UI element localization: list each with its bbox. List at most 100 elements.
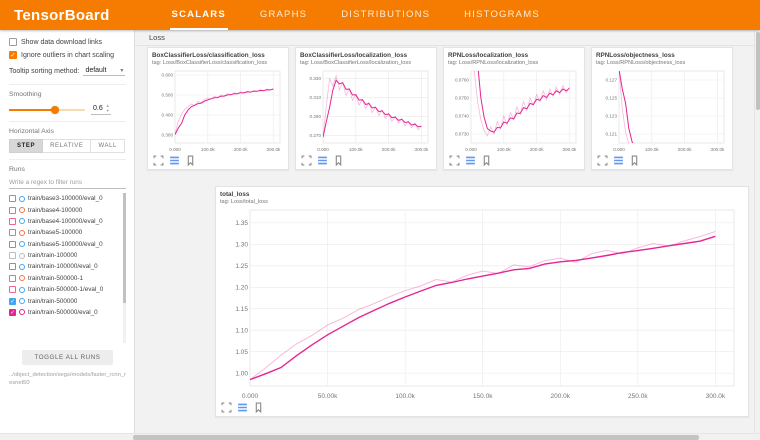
run-list-item[interactable]: train/base5-100000/eval_0 bbox=[9, 239, 120, 250]
vertical-scrollbar-thumb[interactable] bbox=[756, 32, 760, 110]
run-checkbox[interactable] bbox=[9, 275, 16, 282]
pin-icon[interactable] bbox=[185, 155, 196, 166]
run-checkbox[interactable] bbox=[9, 241, 16, 248]
svg-text:0.000: 0.000 bbox=[169, 147, 181, 152]
pin-icon[interactable] bbox=[333, 155, 344, 166]
svg-text:200.0k: 200.0k bbox=[382, 147, 396, 152]
line-chart[interactable]: 0.2700.2900.3100.3300.000100.0k200.0k300… bbox=[300, 68, 432, 152]
chart-tag: tag: Loss/BoxClassifierLoss/localization… bbox=[300, 60, 432, 66]
axis-wall-button[interactable]: WALL bbox=[91, 139, 125, 153]
pin-icon[interactable] bbox=[481, 155, 492, 166]
tab-histograms[interactable]: HISTOGRAMS bbox=[462, 0, 542, 30]
run-checkbox[interactable] bbox=[9, 252, 16, 259]
run-checkbox[interactable] bbox=[9, 195, 16, 202]
svg-text:1.10: 1.10 bbox=[235, 327, 248, 334]
svg-text:0.125: 0.125 bbox=[606, 96, 618, 101]
run-list-item[interactable]: train/base5-100000 bbox=[9, 227, 120, 238]
smoothing-steppers[interactable]: ▲ ▼ bbox=[106, 104, 110, 113]
expand-data-icon[interactable] bbox=[613, 155, 624, 166]
line-chart[interactable]: 0.3000.4000.5000.6000.000100.0k200.0k300… bbox=[152, 68, 284, 152]
fullscreen-icon[interactable] bbox=[221, 402, 232, 413]
pin-icon[interactable] bbox=[629, 155, 640, 166]
run-list-item[interactable]: ✓ train/train-500000/eval_0 bbox=[9, 307, 120, 318]
tooltip-sort-dropdown[interactable]: default ▾ bbox=[83, 66, 125, 76]
toggle-all-runs-button[interactable]: TOGGLE ALL RUNS bbox=[22, 350, 112, 365]
stepper-down-icon[interactable]: ▼ bbox=[106, 109, 110, 114]
smoothing-slider-knob[interactable] bbox=[51, 106, 59, 114]
run-color-swatch bbox=[19, 253, 25, 259]
run-checkbox[interactable] bbox=[9, 207, 16, 214]
svg-text:0.121: 0.121 bbox=[606, 132, 618, 137]
chart-toolbar bbox=[220, 399, 744, 416]
svg-text:1.00: 1.00 bbox=[235, 370, 248, 377]
chart-toolbar bbox=[300, 152, 432, 169]
smoothing-slider[interactable] bbox=[9, 109, 85, 111]
chevron-down-icon: ▾ bbox=[120, 67, 123, 74]
fullscreen-icon[interactable] bbox=[153, 155, 164, 166]
svg-text:0.123: 0.123 bbox=[606, 114, 618, 119]
pin-icon[interactable] bbox=[253, 402, 264, 413]
run-list-item[interactable]: ✓ train/train-500000 bbox=[9, 295, 120, 306]
expand-data-icon[interactable] bbox=[169, 155, 180, 166]
fullscreen-icon[interactable] bbox=[449, 155, 460, 166]
run-checkbox[interactable] bbox=[9, 286, 16, 293]
expand-data-icon[interactable] bbox=[317, 155, 328, 166]
runs-scrollbar[interactable] bbox=[123, 193, 126, 343]
run-list-item[interactable]: train/train-100000/eval_0 bbox=[9, 261, 120, 272]
run-list-item[interactable]: train/train-500000-1 bbox=[9, 273, 120, 284]
fullscreen-icon[interactable] bbox=[301, 155, 312, 166]
runs-scrollbar-thumb[interactable] bbox=[123, 193, 126, 303]
chart-card: RPNLoss/localization_loss tag: Loss/RPNL… bbox=[443, 47, 585, 170]
svg-text:0.300: 0.300 bbox=[162, 133, 174, 138]
vertical-scrollbar[interactable] bbox=[754, 30, 760, 433]
smoothing-label: Smoothing bbox=[9, 91, 126, 98]
show-download-links-checkbox[interactable] bbox=[9, 38, 17, 46]
main-content: Loss BoxClassifierLoss/classification_lo… bbox=[135, 30, 760, 433]
svg-text:100.0k: 100.0k bbox=[395, 393, 415, 399]
runs-filter-input[interactable]: Write a regex to filter runs bbox=[9, 177, 126, 189]
line-chart[interactable]: 0.07300.07400.07500.07600.000100.0k200.0… bbox=[448, 68, 580, 152]
axis-relative-button[interactable]: RELATIVE bbox=[43, 139, 91, 153]
horizontal-scrollbar-thumb[interactable] bbox=[133, 435, 699, 440]
run-color-swatch bbox=[19, 196, 25, 202]
tab-scalars[interactable]: SCALARS bbox=[170, 0, 228, 30]
tooltip-sort-value: default bbox=[85, 67, 106, 74]
svg-text:0.310: 0.310 bbox=[310, 95, 322, 100]
run-color-swatch bbox=[19, 264, 25, 270]
tab-distributions[interactable]: DISTRIBUTIONS bbox=[339, 0, 432, 30]
fullscreen-icon[interactable] bbox=[597, 155, 608, 166]
run-list-item[interactable]: train/base3-100000/eval_0 bbox=[9, 193, 120, 204]
svg-text:300.0k: 300.0k bbox=[711, 147, 725, 152]
horizontal-scrollbar[interactable] bbox=[0, 433, 760, 440]
smoothing-value-input[interactable]: 0.6 ▲ ▼ bbox=[91, 104, 111, 115]
run-checkbox[interactable] bbox=[9, 263, 16, 270]
run-list-item[interactable]: train/train-500000-1/eval_0 bbox=[9, 284, 120, 295]
tab-graphs[interactable]: GRAPHS bbox=[258, 0, 309, 30]
axis-step-button[interactable]: STEP bbox=[9, 139, 43, 153]
run-color-swatch bbox=[19, 298, 25, 304]
chart-tag: tag: Loss/RPNLoss/localization_loss bbox=[448, 60, 580, 66]
chart-card: BoxClassifierLoss/localization_loss tag:… bbox=[295, 47, 437, 170]
ignore-outliers-row[interactable]: ✓ Ignore outliers in chart scaling bbox=[9, 51, 126, 59]
line-chart[interactable]: 1.001.051.101.151.201.251.301.350.00050.… bbox=[220, 207, 744, 399]
run-list-item[interactable]: train/train-100000 bbox=[9, 250, 120, 261]
svg-text:1.35: 1.35 bbox=[235, 220, 248, 227]
run-list-item[interactable]: train/base4-100000 bbox=[9, 204, 120, 215]
svg-text:300.0k: 300.0k bbox=[415, 147, 429, 152]
loss-group-header[interactable]: Loss bbox=[135, 30, 760, 46]
show-download-links-row[interactable]: Show data download links bbox=[9, 38, 126, 46]
run-label: train/base4-100000/eval_0 bbox=[28, 218, 103, 225]
run-list-item[interactable]: train/base4-100000/eval_0 bbox=[9, 216, 120, 227]
run-color-swatch bbox=[19, 207, 25, 213]
expand-data-icon[interactable] bbox=[465, 155, 476, 166]
run-checkbox[interactable]: ✓ bbox=[9, 298, 16, 305]
run-label: train/train-100000/eval_0 bbox=[28, 263, 98, 270]
svg-text:100.0k: 100.0k bbox=[497, 147, 511, 152]
show-download-links-label: Show data download links bbox=[21, 39, 102, 46]
line-chart[interactable]: 0.1210.1230.1250.1270.000100.0k200.0k300… bbox=[596, 68, 728, 152]
expand-data-icon[interactable] bbox=[237, 402, 248, 413]
run-checkbox[interactable] bbox=[9, 229, 16, 236]
ignore-outliers-checkbox[interactable]: ✓ bbox=[9, 51, 17, 59]
run-checkbox[interactable] bbox=[9, 218, 16, 225]
run-checkbox[interactable]: ✓ bbox=[9, 309, 16, 316]
